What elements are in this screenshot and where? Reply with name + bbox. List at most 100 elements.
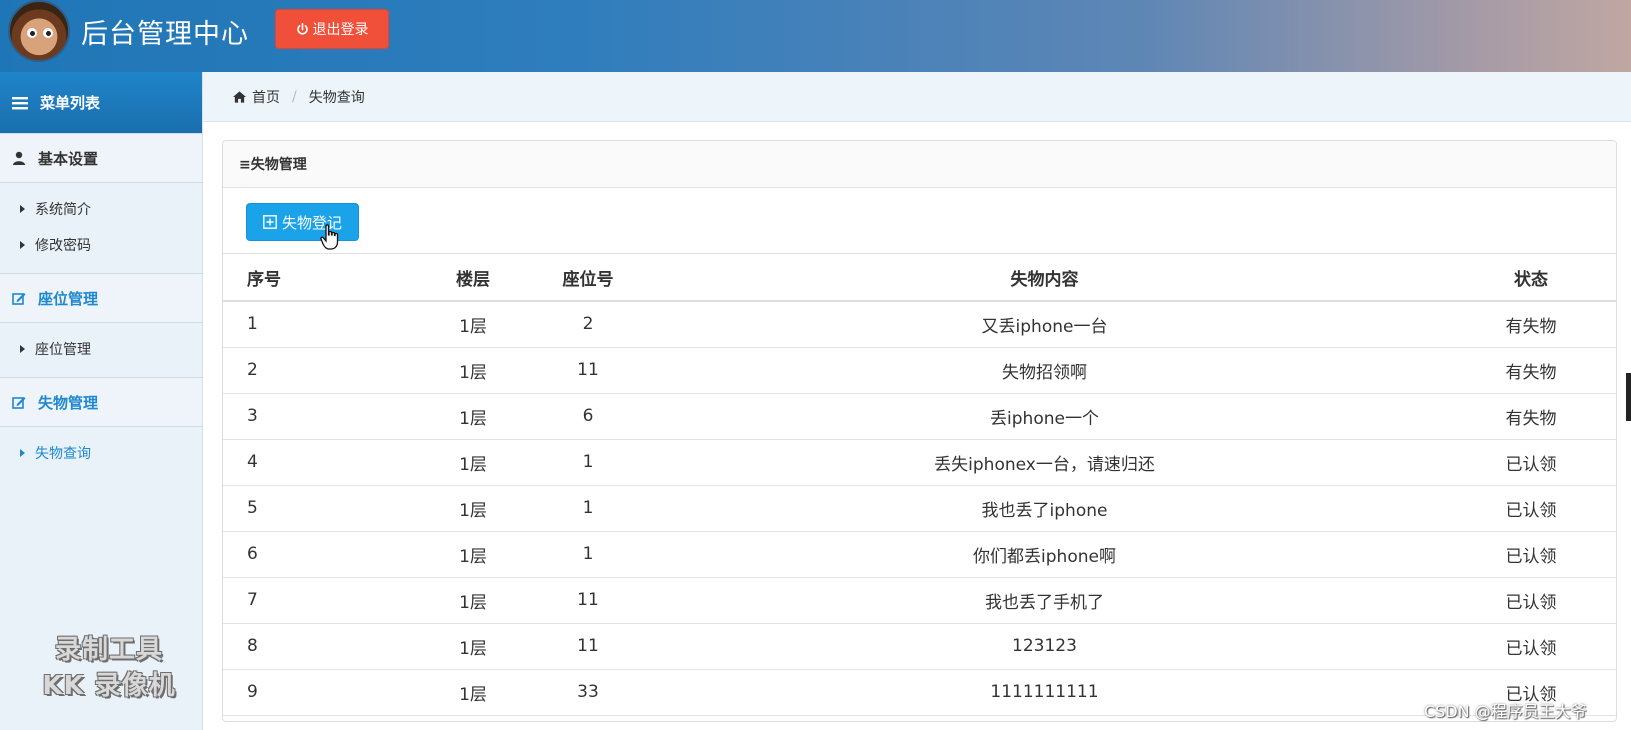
- cell-status: 有失物: [1446, 347, 1616, 394]
- table-row: 9 1层 33 1111111111 已认领: [223, 669, 1616, 716]
- sidebar-item-label: 修改密码: [35, 238, 91, 254]
- sidebar-item-label: 系统简介: [35, 202, 91, 218]
- cell-seat: 2: [533, 301, 643, 348]
- table-row: 4 1层 1 丢失iphonex一台，请速归还 已认领: [223, 439, 1616, 486]
- cell-floor: 1层: [413, 301, 533, 348]
- top-header: 后台管理中心 退出登录: [0, 0, 1631, 72]
- cell-index: 2: [223, 347, 413, 394]
- list-icon: [12, 96, 28, 109]
- cell-content: 丢失iphonex一台，请速归还: [643, 439, 1446, 486]
- table-row: 3 1层 6 丢iphone一个 有失物: [223, 393, 1616, 440]
- breadcrumb: 首页 / 失物查询: [203, 72, 1631, 122]
- cell-content: 失物招领啊: [643, 347, 1446, 394]
- cell-index: 7: [223, 577, 413, 624]
- col-header-status: 状态: [1446, 254, 1616, 302]
- cell-floor: 1层: [413, 623, 533, 670]
- col-header-seat: 座位号: [533, 254, 643, 302]
- cell-index: 5: [223, 485, 413, 532]
- panel-title: ≡失物管理: [223, 141, 1616, 188]
- sidebar-section-basic[interactable]: 基本设置: [0, 133, 202, 183]
- cell-status: 已认领: [1446, 577, 1616, 624]
- cell-status: 已认领: [1446, 485, 1616, 532]
- caret-right-icon: [20, 205, 25, 213]
- table-header-row: 序号 楼层 座位号 失物内容 状态: [223, 254, 1616, 302]
- table-row: 7 1层 11 我也丢了手机了 已认领: [223, 577, 1616, 624]
- cell-seat: 6: [533, 393, 643, 440]
- sidebar-item-seat-manage[interactable]: 座位管理: [0, 331, 202, 367]
- sidebar-section-lost-label: 失物管理: [38, 393, 99, 412]
- recorder-watermark-line1: 录制工具: [54, 635, 163, 665]
- breadcrumb-home[interactable]: 首页: [252, 87, 280, 107]
- cell-floor: 1层: [413, 577, 533, 624]
- cell-seat: 11: [533, 347, 643, 394]
- table-row: 1 1层 2 又丢iphone一台 有失物: [223, 301, 1616, 348]
- table-row: 5 1层 1 我也丢了iphone 已认领: [223, 485, 1616, 532]
- cell-content: 1111111111: [643, 669, 1446, 716]
- cell-seat: 11: [533, 577, 643, 624]
- col-header-floor: 楼层: [413, 254, 533, 302]
- cell-index: 4: [223, 439, 413, 486]
- scrollbar-thumb[interactable]: [1626, 373, 1631, 421]
- cell-seat: 1: [533, 531, 643, 578]
- cell-status: 已认领: [1446, 623, 1616, 670]
- plus-square-icon: [263, 215, 277, 229]
- sidebar-item-change-password[interactable]: 修改密码: [0, 227, 202, 263]
- sidebar-section-basic-label: 基本设置: [38, 149, 99, 168]
- home-icon: [233, 90, 246, 103]
- panel-title-text: ≡失物管理: [239, 157, 307, 173]
- cell-status: 已认领: [1446, 531, 1616, 578]
- edit-icon: [12, 397, 26, 409]
- col-header-content: 失物内容: [643, 254, 1446, 302]
- cell-status: 有失物: [1446, 301, 1616, 348]
- recorder-watermark: 录制工具 KK 录像机: [24, 632, 194, 704]
- power-icon: [296, 22, 308, 34]
- panel-toolbar: 失物登记: [223, 188, 1616, 254]
- cell-seat: 33: [533, 669, 643, 716]
- sidebar-section-seat[interactable]: 座位管理: [0, 273, 202, 323]
- sidebar-item-label: 失物查询: [35, 446, 91, 462]
- main-content: 首页 / 失物查询 ≡失物管理 失物登记 序号 楼层 座位号 失物内容 状态 1…: [203, 72, 1631, 730]
- cell-floor: 1层: [413, 531, 533, 578]
- cell-index: 1: [223, 301, 413, 348]
- recorder-watermark-line2: KK 录像机: [42, 671, 176, 701]
- cell-content: 丢iphone一个: [643, 393, 1446, 440]
- sidebar-section-seat-label: 座位管理: [38, 289, 99, 308]
- lost-items-table: 序号 楼层 座位号 失物内容 状态 1 1层 2 又丢iphone一台 有失物 …: [223, 254, 1616, 716]
- edit-icon: [12, 293, 26, 305]
- logout-button[interactable]: 退出登录: [275, 9, 389, 49]
- menu-list-header: 菜单列表: [0, 72, 202, 133]
- caret-right-icon: [20, 345, 25, 353]
- user-icon: [13, 151, 25, 165]
- cell-index: 3: [223, 393, 413, 440]
- breadcrumb-separator: /: [292, 88, 297, 105]
- cell-content: 又丢iphone一台: [643, 301, 1446, 348]
- cell-floor: 1层: [413, 347, 533, 394]
- table-row: 6 1层 1 你们都丢iphone啊 已认领: [223, 531, 1616, 578]
- hand-cursor-icon: [320, 224, 339, 250]
- cell-index: 8: [223, 623, 413, 670]
- cell-status: 已认领: [1446, 439, 1616, 486]
- sidebar-item-system-intro[interactable]: 系统简介: [0, 191, 202, 227]
- sidebar-section-lost[interactable]: 失物管理: [0, 377, 202, 427]
- sidebar-item-lost-query[interactable]: 失物查询: [0, 435, 202, 471]
- table-row: 2 1层 11 失物招领啊 有失物: [223, 347, 1616, 394]
- register-lost-item-button[interactable]: 失物登记: [246, 203, 359, 241]
- site-title: 后台管理中心: [81, 19, 249, 50]
- sidebar: 菜单列表 基本设置 系统简介 修改密码 座位管理 座位管理 失物管理 失物查询 …: [0, 72, 203, 730]
- sidebar-item-label: 座位管理: [35, 342, 91, 358]
- breadcrumb-current: 失物查询: [308, 89, 365, 106]
- cell-seat: 1: [533, 485, 643, 532]
- cell-content: 你们都丢iphone啊: [643, 531, 1446, 578]
- cell-content: 我也丢了手机了: [643, 577, 1446, 624]
- caret-right-icon: [20, 449, 25, 457]
- lost-items-panel: ≡失物管理 失物登记 序号 楼层 座位号 失物内容 状态 1 1层 2 又丢ip…: [222, 140, 1617, 722]
- cell-content: 123123: [643, 623, 1446, 670]
- cell-floor: 1层: [413, 439, 533, 486]
- cell-index: 9: [223, 669, 413, 716]
- table-row: 8 1层 11 123123 已认领: [223, 623, 1616, 670]
- col-header-index: 序号: [223, 254, 413, 302]
- caret-right-icon: [20, 241, 25, 249]
- logout-label: 退出登录: [312, 22, 369, 38]
- cell-floor: 1层: [413, 669, 533, 716]
- cell-floor: 1层: [413, 393, 533, 440]
